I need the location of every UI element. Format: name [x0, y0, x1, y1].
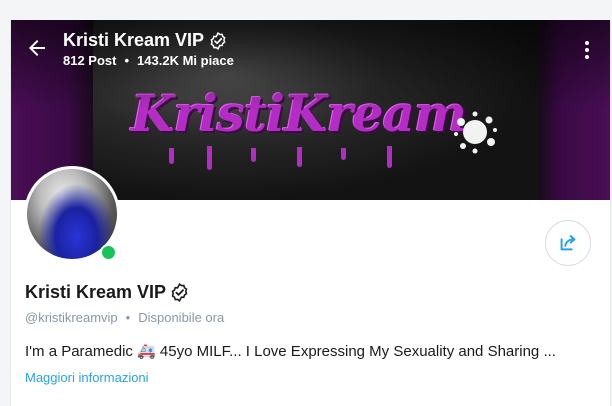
- handle-separator: •: [125, 310, 131, 325]
- profile-handle-row: @kristikreamvip • Disponibile ora: [25, 310, 224, 325]
- availability-status: Disponibile ora: [138, 310, 225, 325]
- splat-logo-icon: [454, 111, 497, 154]
- share-icon: [560, 235, 576, 251]
- stats-separator: •: [124, 53, 130, 68]
- likes-count: 143.2K Mi piace: [137, 53, 234, 68]
- page-title: Kristi Kream VIP: [63, 30, 227, 51]
- online-status-icon: [100, 244, 117, 261]
- share-button[interactable]: [545, 220, 591, 266]
- profile-card: KristiKream Kristi Kream VIP 812 Post • …: [10, 20, 611, 406]
- profile-stats: 812 Post • 143.2K Mi piace: [63, 53, 234, 68]
- profile-name-row: Kristi Kream VIP: [25, 282, 189, 303]
- profile-name-header: Kristi Kream VIP: [63, 30, 205, 50]
- profile-name: Kristi Kream VIP: [25, 282, 167, 302]
- posts-count: 812 Post: [63, 53, 117, 68]
- arrow-left-icon[interactable]: [25, 36, 49, 60]
- profile-bio: I'm a Paramedic 🚑 45yo MILF... I Love Ex…: [25, 343, 556, 360]
- more-info-link[interactable]: Maggiori informazioni: [25, 370, 149, 385]
- profile-topbar: Kristi Kream VIP 812 Post • 143.2K Mi pi…: [11, 20, 610, 80]
- verified-badge-icon: [210, 31, 226, 50]
- verified-badge-icon: [171, 283, 188, 302]
- profile-handle: @kristikreamvip: [25, 310, 118, 325]
- more-vertical-icon[interactable]: [577, 38, 597, 62]
